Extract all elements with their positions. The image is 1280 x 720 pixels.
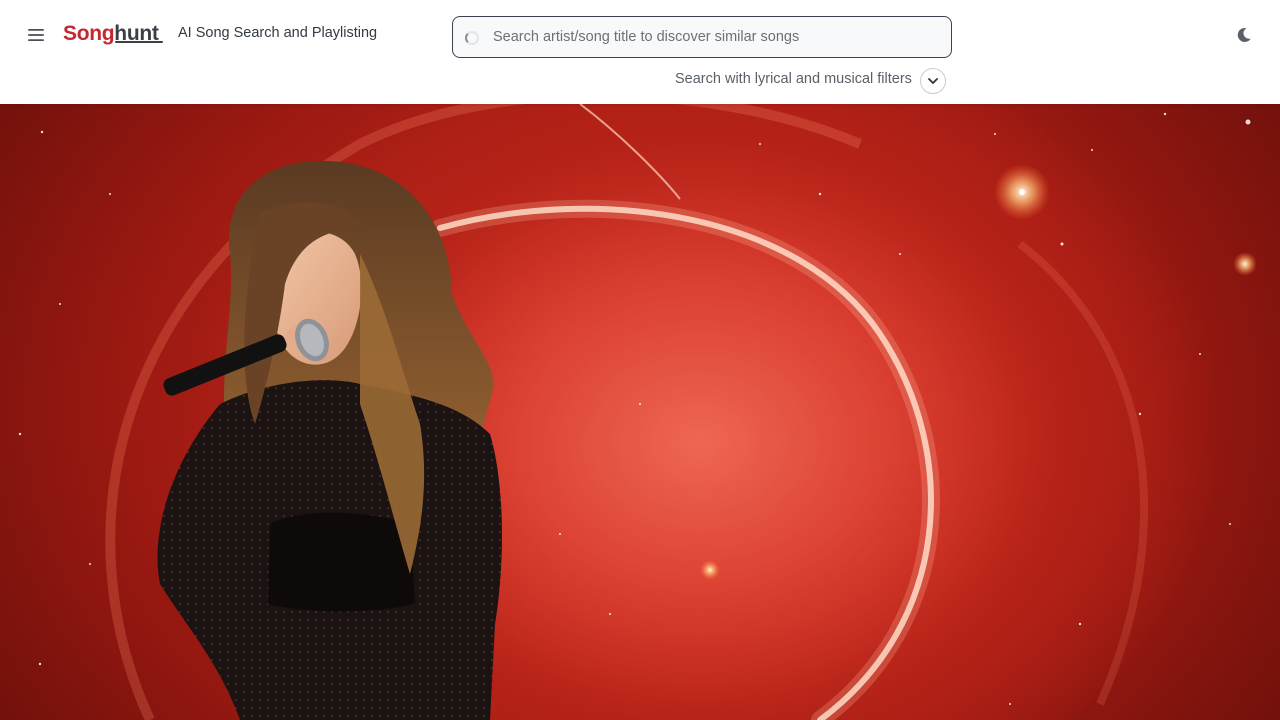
search-box[interactable] bbox=[452, 16, 952, 58]
artist-hero-image bbox=[0, 104, 1280, 720]
songhunt-logo[interactable]: Songhunt bbox=[63, 20, 159, 48]
hamburger-menu-icon[interactable] bbox=[24, 23, 48, 47]
top-header: Songhunt AI Song Search and Playlisting … bbox=[0, 0, 1280, 104]
moon-icon[interactable] bbox=[1235, 26, 1253, 44]
tagline: AI Song Search and Playlisting bbox=[178, 25, 378, 41]
loading-spinner-icon bbox=[465, 31, 479, 45]
logo-underline bbox=[115, 41, 163, 43]
hero-art bbox=[18, 104, 1257, 720]
chevron-down-icon[interactable] bbox=[920, 68, 946, 94]
logo-text-song: Song bbox=[63, 22, 115, 45]
filters-label[interactable]: Search with lyrical and musical filters bbox=[675, 71, 912, 88]
search-input[interactable] bbox=[493, 17, 943, 57]
